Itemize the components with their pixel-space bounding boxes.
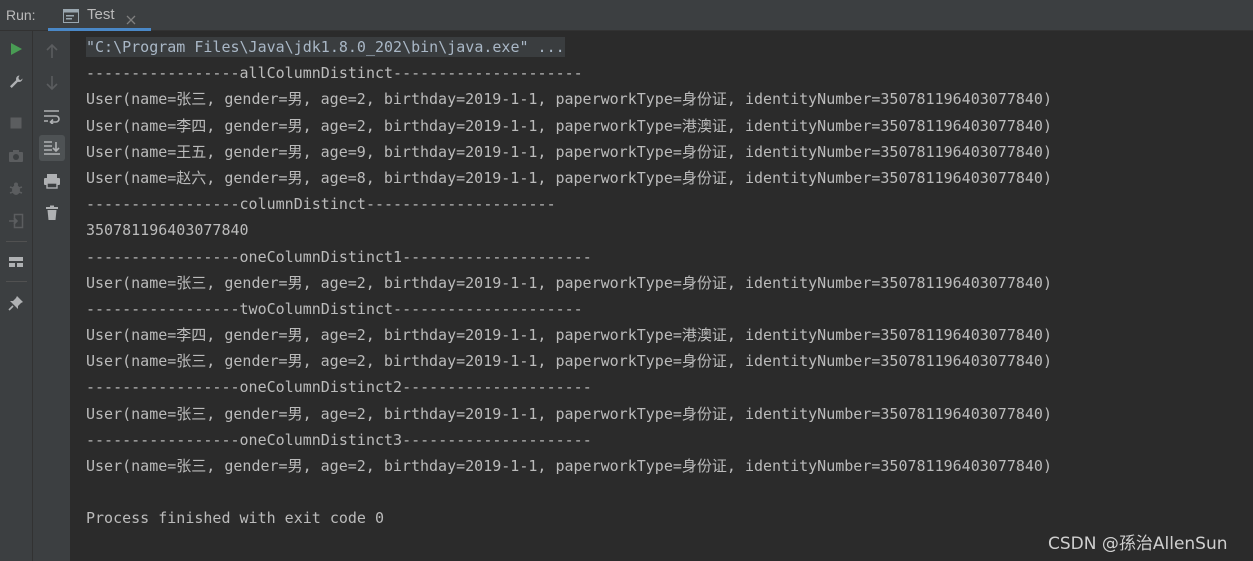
console-line: User(name=张三, gender=男, age=2, birthday=… bbox=[86, 90, 1052, 109]
arrow-up-icon[interactable] bbox=[39, 38, 65, 64]
stop-icon[interactable] bbox=[3, 110, 29, 136]
console-line: User(name=张三, gender=男, age=2, birthday=… bbox=[86, 273, 1052, 292]
console-command-line: "C:\Program Files\Java\jdk1.8.0_202\bin\… bbox=[86, 37, 565, 57]
console-line: User(name=张三, gender=男, age=2, birthday=… bbox=[86, 457, 1052, 475]
console-line: -----------------columnDistinct---------… bbox=[86, 195, 556, 214]
run-icon[interactable] bbox=[3, 36, 29, 62]
console-line: -----------------oneColumnDistinct1-----… bbox=[86, 247, 592, 266]
layout-icon[interactable] bbox=[3, 249, 29, 275]
console-line: User(name=张三, gender=男, age=2, birthday=… bbox=[86, 352, 1052, 371]
console-line: -----------------twoColumnDistinct------… bbox=[86, 299, 583, 318]
tab-test[interactable]: Test bbox=[48, 0, 151, 31]
console-line: User(name=赵六, gender=男, age=8, birthday=… bbox=[86, 168, 1052, 187]
console-line: -----------------oneColumnDistinct3-----… bbox=[86, 430, 592, 449]
console-exit-line: Process finished with exit code 0 bbox=[86, 509, 385, 528]
scroll-to-end-icon[interactable] bbox=[39, 135, 65, 161]
trash-icon[interactable] bbox=[39, 200, 65, 226]
soft-wrap-icon[interactable] bbox=[39, 103, 65, 129]
console-line: User(name=张三, gender=男, age=2, birthday=… bbox=[86, 404, 1052, 423]
run-label: Run: bbox=[6, 7, 36, 23]
console-output[interactable]: "C:\Program Files\Java\jdk1.8.0_202\bin\… bbox=[71, 31, 1253, 561]
exit-icon[interactable] bbox=[3, 208, 29, 234]
run-toolbar bbox=[0, 31, 33, 561]
console-line: -----------------allColumnDistinct------… bbox=[86, 64, 583, 83]
bug-settings-icon[interactable] bbox=[3, 176, 29, 202]
watermark: CSDN @孫治AllenSun bbox=[1048, 534, 1228, 554]
wrench-icon[interactable] bbox=[3, 69, 29, 95]
tab-title: Test bbox=[87, 6, 115, 23]
console-toolbar bbox=[33, 31, 71, 561]
console-line: User(name=王五, gender=男, age=9, birthday=… bbox=[86, 142, 1052, 161]
pin-icon[interactable] bbox=[3, 290, 29, 316]
console-tab-icon bbox=[63, 8, 79, 27]
run-toolwindow-header: Run: Test bbox=[0, 0, 1253, 31]
console-line: User(name=李四, gender=男, age=2, birthday=… bbox=[86, 326, 1052, 345]
print-icon[interactable] bbox=[39, 168, 65, 194]
console-line: User(name=李四, gender=男, age=2, birthday=… bbox=[86, 116, 1052, 135]
console-line: -----------------oneColumnDistinct2-----… bbox=[86, 378, 592, 397]
arrow-down-icon[interactable] bbox=[39, 70, 65, 96]
camera-icon[interactable] bbox=[3, 143, 29, 169]
console-line: 350781196403077840 bbox=[86, 221, 249, 240]
toolbar-separator bbox=[6, 281, 27, 282]
toolbar-separator bbox=[6, 241, 27, 242]
close-icon[interactable] bbox=[126, 10, 136, 29]
